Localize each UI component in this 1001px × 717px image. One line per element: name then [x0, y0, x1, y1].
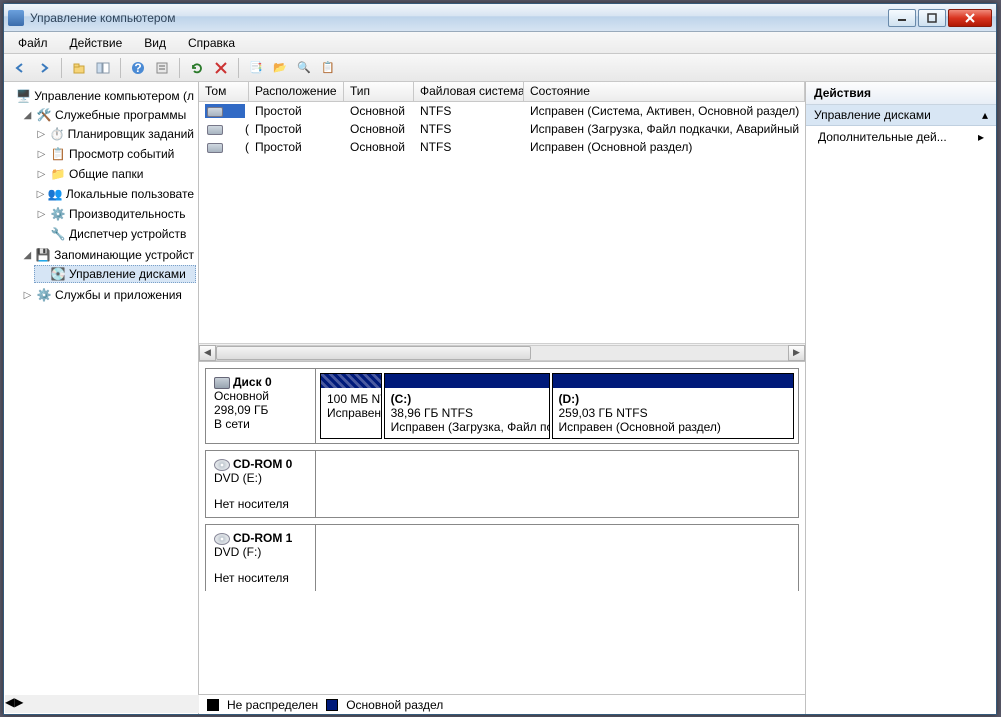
tree-device-manager[interactable]: Диспетчер устройств: [69, 227, 186, 241]
legend-unallocated-icon: [207, 699, 219, 711]
window-title: Управление компьютером: [30, 11, 888, 25]
perf-icon: ⚙️: [50, 206, 66, 222]
close-button[interactable]: [948, 9, 992, 27]
tool-button-1[interactable]: 📑: [246, 58, 266, 78]
col-status[interactable]: Состояние: [524, 82, 805, 101]
titlebar[interactable]: Управление компьютером: [4, 4, 996, 32]
menu-action[interactable]: Действие: [62, 34, 131, 52]
menubar: Файл Действие Вид Справка: [4, 32, 996, 54]
disk-header[interactable]: CD-ROM 0 DVD (E:) Нет носителя: [206, 451, 316, 517]
computer-icon: 🖥️: [16, 88, 31, 104]
diskmgmt-icon: 💽: [50, 266, 66, 282]
console-tree[interactable]: 🖥️Управление компьютером (л ◢🛠️Служебные…: [4, 82, 199, 714]
refresh-button[interactable]: [187, 58, 207, 78]
maximize-button[interactable]: [918, 9, 946, 27]
tree-local-users[interactable]: Локальные пользовате: [66, 187, 194, 201]
app-icon: [8, 10, 24, 26]
up-button[interactable]: [69, 58, 89, 78]
tree-root[interactable]: Управление компьютером (л: [34, 89, 194, 103]
disk-row[interactable]: Диск 0 Основной 298,09 ГБ В сети 100 МБ …: [205, 368, 799, 444]
col-layout[interactable]: Расположение: [249, 82, 344, 101]
volume-row[interactable]: (D:) Простой Основной NTFS Исправен (Осн…: [199, 138, 805, 156]
tree-task-scheduler[interactable]: Планировщик заданий: [68, 127, 194, 141]
eventviewer-icon: 📋: [50, 146, 66, 162]
menu-file[interactable]: Файл: [10, 34, 56, 52]
disk-header[interactable]: CD-ROM 1 DVD (F:) Нет носителя: [206, 525, 316, 591]
legend: Не распределен Основной раздел: [199, 694, 805, 714]
volume-icon: [207, 125, 223, 135]
menu-help[interactable]: Справка: [180, 34, 243, 52]
tree-event-viewer[interactable]: Просмотр событий: [69, 147, 174, 161]
volume-row[interactable]: Простой Основной NTFS Исправен (Система,…: [199, 102, 805, 120]
tree-services[interactable]: Службы и приложения: [55, 288, 182, 302]
volume-list-scrollbar[interactable]: ◀▶: [199, 343, 805, 361]
toolbar: ? 📑 📂 🔍 📋: [4, 54, 996, 82]
col-volume[interactable]: Том: [199, 82, 249, 101]
disk-header[interactable]: Диск 0 Основной 298,09 ГБ В сети: [206, 369, 316, 443]
tool-button-2[interactable]: 📂: [270, 58, 290, 78]
properties-button[interactable]: [152, 58, 172, 78]
volume-list-header[interactable]: Том Расположение Тип Файловая система Со…: [199, 82, 805, 102]
shared-icon: 📁: [50, 166, 66, 182]
tree-performance[interactable]: Производительность: [69, 207, 185, 221]
cdrom-icon: [214, 533, 230, 545]
computer-management-window: Управление компьютером Файл Действие Вид…: [3, 3, 997, 715]
back-button[interactable]: [10, 58, 30, 78]
forward-button[interactable]: [34, 58, 54, 78]
tools-icon: 🛠️: [36, 107, 52, 123]
tree-scrollbar[interactable]: ◀▶: [5, 695, 199, 713]
tree-disk-management[interactable]: Управление дисками: [69, 267, 186, 281]
disk-row[interactable]: CD-ROM 1 DVD (F:) Нет носителя: [205, 524, 799, 591]
tree-system-tools[interactable]: Служебные программы: [55, 108, 186, 122]
col-filesystem[interactable]: Файловая система: [414, 82, 524, 101]
col-type[interactable]: Тип: [344, 82, 414, 101]
show-hide-tree-button[interactable]: [93, 58, 113, 78]
tool-button-3[interactable]: 🔍: [294, 58, 314, 78]
actions-section[interactable]: Управление дисками▴: [806, 105, 996, 126]
volume-icon: [207, 107, 223, 117]
volume-row[interactable]: (C:) Простой Основной NTFS Исправен (Заг…: [199, 120, 805, 138]
actions-pane: Действия Управление дисками▴ Дополнитель…: [806, 82, 996, 714]
partition[interactable]: (C:)38,96 ГБ NTFSИсправен (Загрузка, Фай…: [384, 373, 550, 439]
svg-text:?: ?: [134, 61, 141, 75]
expand-toggle[interactable]: ◢: [22, 110, 33, 121]
storage-icon: 💾: [36, 247, 52, 263]
tree-storage[interactable]: Запоминающие устройст: [54, 248, 194, 262]
collapse-icon[interactable]: ▴: [982, 108, 988, 122]
disk-row[interactable]: CD-ROM 0 DVD (E:) Нет носителя: [205, 450, 799, 518]
volume-list[interactable]: Том Расположение Тип Файловая система Со…: [199, 82, 805, 362]
minimize-button[interactable]: [888, 9, 916, 27]
menu-view[interactable]: Вид: [136, 34, 174, 52]
tree-shared-folders[interactable]: Общие папки: [69, 167, 143, 181]
cdrom-icon: [214, 459, 230, 471]
users-icon: 👥: [48, 186, 63, 202]
help-button[interactable]: ?: [128, 58, 148, 78]
actions-more[interactable]: Дополнительные дей...▸: [806, 126, 996, 148]
devmgr-icon: 🔧: [50, 226, 66, 242]
actions-header: Действия: [806, 82, 996, 105]
services-icon: ⚙️: [36, 287, 52, 303]
partition[interactable]: 100 МБ NTFИсправен (: [320, 373, 382, 439]
legend-primary-icon: [326, 699, 338, 711]
tool-button-4[interactable]: 📋: [318, 58, 338, 78]
scheduler-icon: ⏱️: [49, 126, 64, 142]
volume-icon: [207, 143, 223, 153]
disk-graphical-view[interactable]: Диск 0 Основной 298,09 ГБ В сети 100 МБ …: [199, 362, 805, 694]
disk-icon: [214, 377, 230, 389]
delete-button[interactable]: [211, 58, 231, 78]
chevron-right-icon: ▸: [978, 130, 984, 144]
partition[interactable]: (D:)259,03 ГБ NTFSИсправен (Основной раз…: [552, 373, 795, 439]
